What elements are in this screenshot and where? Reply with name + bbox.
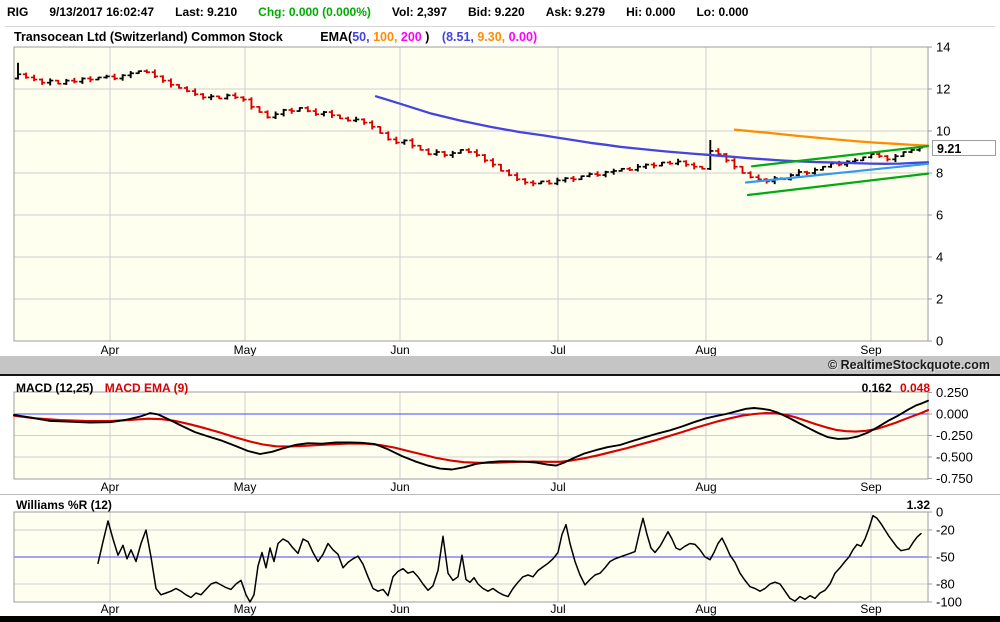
quote-item-2: Last: 9.210	[175, 5, 238, 19]
macd-month-label: Aug	[695, 480, 716, 494]
quote-item-5: Bid: 9.220	[468, 5, 525, 19]
ema-legend: EMA(50, 100, 200 ) (8.51, 9.30, 0.00)	[320, 30, 537, 44]
wr-y-tick-label: -20	[936, 523, 955, 538]
wr-month-label: Aug	[695, 602, 716, 616]
ema-legend-part-3: 200	[400, 30, 422, 44]
wr-month-label: Jul	[550, 602, 565, 616]
main-y-tick-label: 12	[936, 82, 950, 97]
macd-signal-value: 0.048	[899, 381, 930, 395]
main-month-label: Jun	[390, 343, 409, 357]
macd-month-label: Apr	[101, 480, 120, 494]
wr-month-label: Jun	[390, 602, 409, 616]
wr-y-tick-label: -80	[936, 577, 955, 592]
wr-month-label: May	[234, 602, 257, 616]
page-title: Transocean Ltd (Switzerland) Common Stoc…	[14, 30, 283, 44]
main-y-tick-label: 8	[936, 166, 943, 181]
last-price-label: 9.21	[937, 142, 962, 156]
williams-value: 1.32	[907, 498, 930, 512]
macd-y-tick-label: 0.000	[936, 407, 969, 422]
macd-month-label: Sep	[860, 480, 882, 494]
stock-chart-app: 14 12 10 8 6 4 2 0 Apr May Jun Jul Aug Sep 0.250 0.000 -…	[0, 0, 1000, 622]
last-price-box: 9.21	[932, 140, 996, 156]
quote-item-0: RIG	[7, 5, 29, 19]
williams-panel-separator	[0, 494, 1000, 495]
main-plot-area[interactable]	[14, 47, 928, 341]
quote-bar: RIG 9/13/2017 16:02:47 Last: 9.210 Chg: 0.0…	[7, 5, 748, 19]
ema-legend-part-7: 0.00)	[508, 30, 538, 44]
ema-legend-part-0: EMA(	[320, 30, 353, 44]
macd-ema-title-label: MACD EMA (9)	[104, 381, 189, 395]
wr-y-tick-label: -100	[936, 595, 962, 610]
macd-y-tick-label: -0.750	[936, 471, 973, 486]
copyright-bar: © RealtimeStockquote.com	[0, 356, 1000, 374]
williams-title-label: Williams %R (12)	[16, 498, 112, 512]
main-y-tick-label: 10	[936, 124, 950, 139]
quote-item-1: 9/13/2017 16:02:47	[49, 5, 155, 19]
macd-values: 0.162 0.048	[862, 381, 930, 395]
macd-title-label: MACD (12,25)	[16, 381, 94, 395]
header-separator	[5, 26, 995, 27]
bottom-bar	[0, 616, 1000, 622]
quote-item-3: Chg: 0.000 (0.000%)	[258, 5, 371, 19]
main-y-tick-label: 0	[936, 334, 943, 349]
ema-legend-part-1: 50,	[352, 30, 374, 44]
quote-item-7: Hi: 0.000	[626, 5, 676, 19]
ema-legend-part-2: 100,	[373, 30, 401, 44]
panel-separator	[0, 374, 1000, 376]
main-y-tick-label: 2	[936, 292, 943, 307]
macd-month-label: Jul	[550, 480, 565, 494]
ema-legend-part-4: )	[421, 30, 442, 44]
main-month-label: Jul	[550, 343, 565, 357]
main-y-tick-label: 4	[936, 250, 943, 265]
macd-value: 0.162	[861, 381, 892, 395]
wr-y-tick-label: -50	[936, 550, 955, 565]
williams-panel-title: Williams %R (12)	[16, 498, 112, 512]
macd-month-label: May	[234, 480, 257, 494]
williams-value-label: 1.32	[906, 498, 930, 512]
quote-item-8: Lo: 0.000	[696, 5, 749, 19]
ema-legend-part-5: (8.51,	[441, 30, 478, 44]
macd-y-tick-label: -0.250	[936, 428, 973, 443]
wr-month-label: Sep	[860, 602, 882, 616]
main-month-label: Apr	[101, 343, 120, 357]
wr-y-tick-label: 0	[936, 505, 943, 520]
charts-canvas: 14 12 10 8 6 4 2 0 Apr May Jun Jul Aug Sep 0.250 0.000 -…	[12, 40, 973, 616]
macd-panel-title: MACD (12,25) MACD EMA (9)	[16, 381, 188, 395]
macd-y-tick-label: -0.500	[936, 450, 973, 465]
quote-item-4: Vol: 2,397	[391, 5, 448, 19]
wr-month-label: Apr	[101, 602, 120, 616]
main-month-label: May	[234, 343, 257, 357]
main-month-label: Aug	[695, 343, 716, 357]
main-y-tick-label: 14	[936, 40, 950, 55]
main-month-label: Sep	[860, 343, 882, 357]
macd-month-label: Jun	[390, 480, 409, 494]
ema-legend-part-6: 9.30,	[477, 30, 509, 44]
copyright-text[interactable]: © RealtimeStockquote.com	[828, 358, 990, 372]
chart-title-row: Transocean Ltd (Switzerland) Common Stoc…	[14, 30, 537, 44]
macd-y-tick-label: 0.250	[936, 385, 969, 400]
main-y-tick-label: 6	[936, 208, 943, 223]
quote-item-6: Ask: 9.279	[545, 5, 606, 19]
